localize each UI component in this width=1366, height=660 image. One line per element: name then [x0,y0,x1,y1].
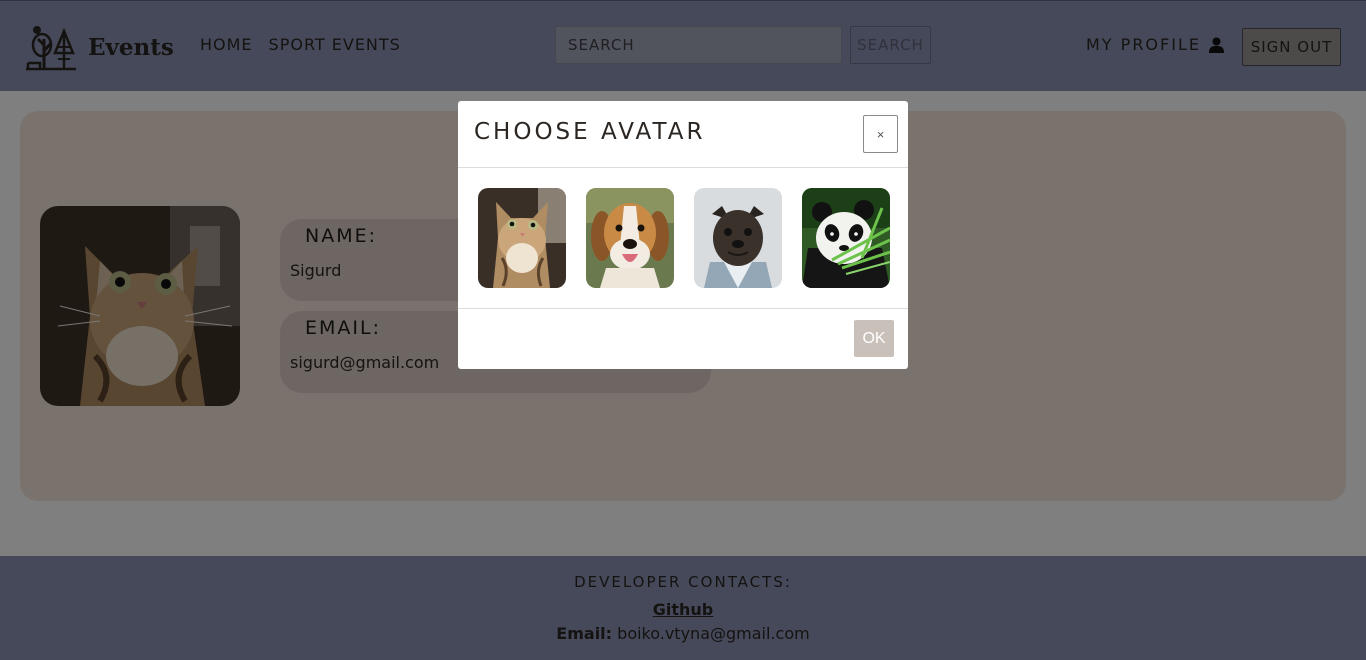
modal-divider [458,167,908,168]
avatar-option-pug[interactable] [694,188,782,288]
avatar-options [478,188,890,288]
avatar-option-panda[interactable] [802,188,890,288]
ok-button[interactable]: OK [854,320,894,357]
avatar-option-beagle[interactable] [586,188,674,288]
close-button[interactable]: × [863,115,898,153]
modal-title: CHOOSE AVATAR [474,119,706,145]
pug-image [694,188,782,288]
beagle-image [586,188,674,288]
avatar-option-cat[interactable] [478,188,566,288]
choose-avatar-modal: CHOOSE AVATAR × OK [458,101,908,369]
panda-image [802,188,890,288]
cat-image [478,188,566,288]
modal-divider [458,308,908,309]
